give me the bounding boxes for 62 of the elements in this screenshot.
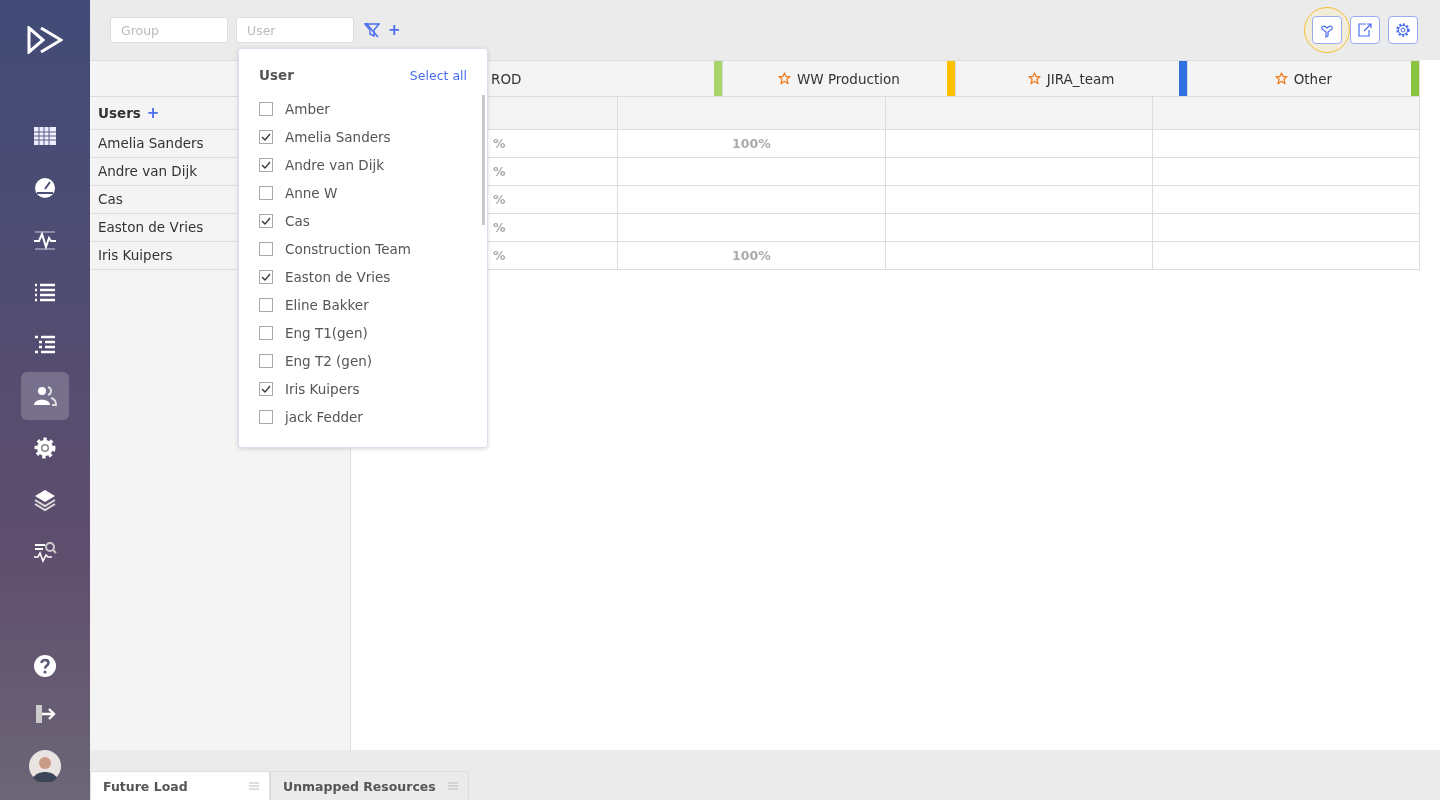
avatar[interactable] [29,750,61,782]
clear-filter-icon[interactable] [364,22,380,38]
layers-icon [33,488,57,512]
gauge-icon [33,176,57,200]
user-option[interactable]: Easton de Vries [285,269,391,285]
settings-icon [1395,22,1411,38]
column-header: Other [1293,70,1333,87]
add-user-button[interactable]: + [146,104,160,122]
grid-icon [33,124,57,148]
scrollbar[interactable] [482,95,485,225]
user-option[interactable]: Eng T1(gen) [285,325,368,341]
star-icon[interactable] [1274,72,1288,85]
table-cell: % [493,220,506,235]
checkbox[interactable] [259,298,273,312]
checkbox[interactable] [259,242,273,256]
checkbox[interactable] [259,410,273,424]
settings-icon [33,436,57,460]
pulse-icon [33,228,57,252]
checkbox[interactable] [259,186,273,200]
table-cell: % [493,192,506,207]
checkbox[interactable] [259,158,273,172]
column-header: JIRA_team [1046,70,1115,87]
filter-button[interactable] [1312,16,1342,44]
users-heading: Users [98,105,141,121]
star-icon[interactable] [777,72,791,85]
checkbox[interactable] [259,354,273,368]
column-header: WW Production [796,70,900,87]
table-cell: % [493,248,506,263]
checkbox[interactable] [259,270,273,284]
user-option[interactable]: Iris Kuipers [285,381,360,397]
star-icon[interactable] [1027,72,1041,85]
checkbox[interactable] [259,130,273,144]
table-cell: 100% [732,248,771,263]
sheet-tab[interactable]: Future Load [90,771,270,800]
user-option[interactable]: jack Fedder [285,409,363,425]
checkbox[interactable] [259,102,273,116]
table-cell: 100% [732,136,771,151]
table-cell: % [493,136,506,151]
settings-button[interactable] [1388,16,1418,44]
user-option[interactable]: Eng T2 (gen) [285,353,373,369]
checkbox[interactable] [259,214,273,228]
user-option[interactable]: Eline Bakker [285,297,369,313]
user-option[interactable]: Amber [285,101,330,117]
add-filter-button[interactable]: + [388,21,401,39]
checkbox[interactable] [259,382,273,396]
select-all-link[interactable]: Select all [409,67,467,83]
logout-icon [33,702,57,726]
column-header: ROD [491,70,522,87]
users-icon [33,384,57,408]
user-option[interactable]: Cas [285,213,310,229]
user-option[interactable]: Anne W [285,185,338,201]
help-icon [33,654,57,678]
export-icon [1357,22,1373,38]
chart-search-icon [33,540,57,564]
dropdown-title: User [259,67,294,83]
user-filter-field[interactable]: User [236,17,354,43]
table-cell: % [493,164,506,179]
sidebar-item[interactable] [21,372,69,420]
checkbox[interactable] [259,326,273,340]
sheet-tab[interactable]: Unmapped Resources [270,771,469,800]
group-filter-field[interactable]: Group [110,17,228,43]
logo-icon [27,26,63,54]
